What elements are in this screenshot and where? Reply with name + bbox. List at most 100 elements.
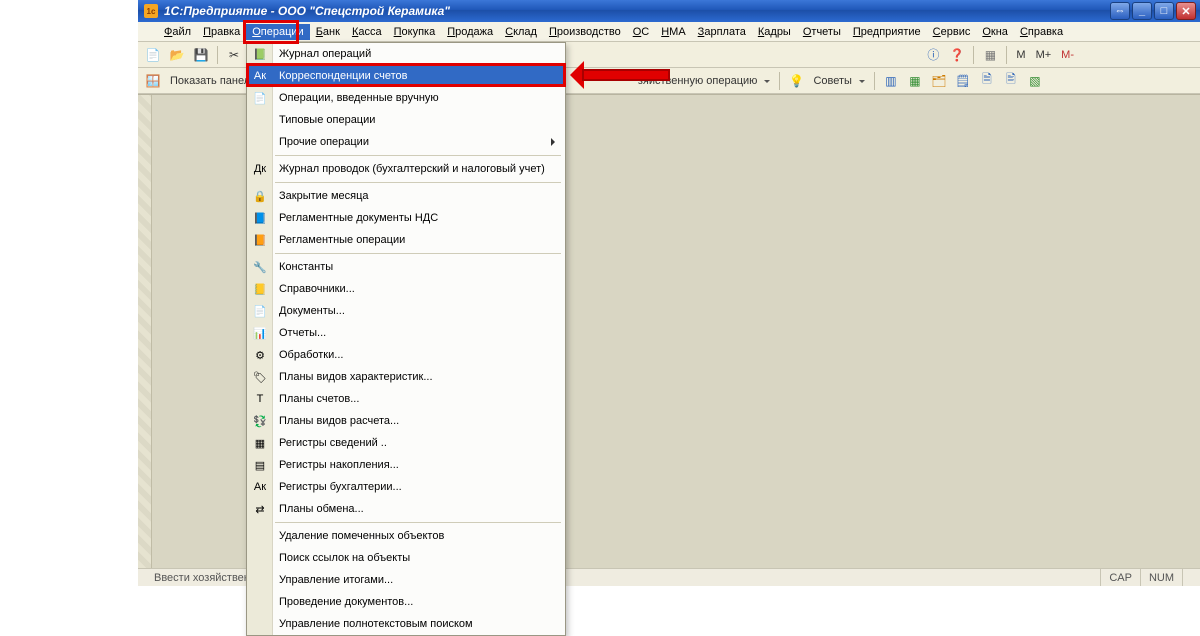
menu-справка[interactable]: Справка: [1014, 24, 1069, 40]
menu-операции[interactable]: Операции: [246, 24, 309, 40]
menu-касса[interactable]: Касса: [346, 24, 388, 40]
menu-item-reg-docs-vat[interactable]: 📘Регламентные документы НДС: [247, 207, 565, 229]
menu-предприятие[interactable]: Предприятие: [847, 24, 927, 40]
enter-op-button[interactable]: зяйственную операцию: [634, 75, 775, 87]
menu-item-exchange-plans[interactable]: ⇄Планы обмена...: [247, 498, 565, 520]
menu-separator: [275, 253, 561, 254]
menu-item-reg-ops[interactable]: 📙Регламентные операции: [247, 229, 565, 251]
menu-item-find-refs[interactable]: Поиск ссылок на объекты: [247, 547, 565, 569]
menu-item-reports[interactable]: 📊 Отчеты...: [247, 322, 565, 344]
menu-item-acct-registers[interactable]: АкРегистры бухгалтерии...: [247, 476, 565, 498]
save-icon[interactable]: 💾: [190, 44, 212, 66]
menu-ос[interactable]: ОС: [627, 24, 656, 40]
help-icon[interactable]: ❓: [946, 44, 968, 66]
menu-покупка[interactable]: Покупка: [388, 24, 442, 40]
info-icon[interactable]: ⓘ: [922, 44, 944, 66]
menu-item-processings[interactable]: ⚙Обработки...: [247, 344, 565, 366]
tb-icon-7[interactable]: ▧: [1024, 70, 1046, 92]
menu-item-accum-registers[interactable]: ▤Регистры накопления...: [247, 454, 565, 476]
menu-нма[interactable]: НМА: [655, 24, 691, 40]
reports-icon: 📊: [252, 325, 268, 341]
menu-item-char-type-plans[interactable]: 🏷Планы видов характеристик...: [247, 366, 565, 388]
window-title: 1С:Предприятие - ООО "Спецстрой Керамика…: [164, 4, 450, 18]
menu-item-journal-ops[interactable]: 📗Журнал операций: [247, 43, 565, 65]
menu-item-documents[interactable]: 📄 Документы...: [247, 300, 565, 322]
menu-зарплата[interactable]: Зарплата: [692, 24, 752, 40]
menu-правка[interactable]: Правка: [197, 24, 246, 40]
tb-icon-3[interactable]: 🗂: [928, 70, 950, 92]
menu-item-label: Корреспонденции счетов: [279, 70, 408, 82]
minimize-button[interactable]: _: [1132, 2, 1152, 20]
menu-item-other-ops[interactable]: Прочие операции: [247, 131, 565, 153]
menu-производство[interactable]: Производство: [543, 24, 627, 40]
menu-item-label: Планы обмена...: [279, 503, 364, 515]
maximize-button[interactable]: □: [1154, 2, 1174, 20]
menu-item-label: Закрытие месяца: [279, 190, 369, 202]
menu-item-manual-ops[interactable]: 📄 Операции, введенные вручную: [247, 87, 565, 109]
menu-item-typical-ops[interactable]: Типовые операции: [247, 109, 565, 131]
titlebar: 1c 1С:Предприятие - ООО "Спецстрой Керам…: [138, 0, 1200, 22]
mem-mminus[interactable]: M-: [1057, 49, 1078, 61]
cut-icon[interactable]: ✂: [223, 44, 245, 66]
menu-item-constants[interactable]: 🔧Константы: [247, 256, 565, 278]
menu-item-label: Справочники...: [279, 283, 355, 295]
mem-mplus[interactable]: M+: [1032, 49, 1056, 61]
constants-icon: 🔧: [252, 259, 268, 275]
menu-отчеты[interactable]: Отчеты: [797, 24, 847, 40]
tb-icon-4[interactable]: 🗒: [952, 70, 974, 92]
menu-item-delete-marked[interactable]: Удаление помеченных объектов: [247, 525, 565, 547]
menu-сервис[interactable]: Сервис: [927, 24, 977, 40]
status-cap: CAP: [1100, 569, 1140, 586]
status-num: NUM: [1140, 569, 1182, 586]
menu-кадры[interactable]: Кадры: [752, 24, 797, 40]
delete-marked-icon: [252, 528, 268, 544]
menu-продажа[interactable]: Продажа: [441, 24, 499, 40]
calc-small-icon[interactable]: ▦: [979, 44, 1001, 66]
menu-файл[interactable]: Файл: [158, 24, 197, 40]
tb-icon-6[interactable]: 🖹: [1000, 70, 1022, 92]
menu-item-account-plans[interactable]: ТПланы счетов...: [247, 388, 565, 410]
tb-icon-1[interactable]: ▥: [880, 70, 902, 92]
close-button[interactable]: ✕: [1176, 2, 1196, 20]
menu-item-postings-journal[interactable]: ДкЖурнал проводок (бухгалтерский и налог…: [247, 158, 565, 180]
menu-item-label: Операции, введенные вручную: [279, 92, 439, 104]
menu-item-totals-mgmt[interactable]: Управление итогами...: [247, 569, 565, 591]
tips-button[interactable]: Советы: [809, 75, 868, 87]
panel-icon[interactable]: 🪟: [142, 70, 164, 92]
menu-item-label: Документы...: [279, 305, 345, 317]
menu-item-label: Отчеты...: [279, 327, 326, 339]
new-doc-icon[interactable]: 📄: [142, 44, 164, 66]
other-ops-icon: [252, 134, 268, 150]
tips-icon: 💡: [785, 70, 807, 92]
menu-item-corr-accounts[interactable]: АкКорреспонденции счетов: [247, 65, 565, 87]
menu-item-post-documents[interactable]: Проведение документов...: [247, 591, 565, 613]
find-refs-icon: [252, 550, 268, 566]
tb-icon-5[interactable]: 🗎: [976, 70, 998, 92]
menu-item-label: Журнал проводок (бухгалтерский и налогов…: [279, 163, 545, 175]
menu-item-label: Планы счетов...: [279, 393, 359, 405]
menu-item-info-registers[interactable]: ▦Регистры сведений ..: [247, 432, 565, 454]
menu-item-catalogs[interactable]: 📒 Справочники...: [247, 278, 565, 300]
menu-item-label: Управление итогами...: [279, 574, 393, 586]
menu-item-label: Удаление помеченных объектов: [279, 530, 444, 542]
open-icon[interactable]: 📂: [166, 44, 188, 66]
documents-icon: 📄: [252, 303, 268, 319]
menu-item-label: Управление полнотекстовым поиском: [279, 618, 473, 630]
status-empty: [1182, 569, 1200, 586]
menu-item-month-close[interactable]: 🔒Закрытие месяца: [247, 185, 565, 207]
menu-item-calc-type-plans[interactable]: 💱Планы видов расчета...: [247, 410, 565, 432]
menu-окна[interactable]: Окна: [976, 24, 1014, 40]
tb-icon-2[interactable]: ▦: [904, 70, 926, 92]
menu-банк[interactable]: Банк: [310, 24, 346, 40]
sync-button[interactable]: ⇔: [1110, 2, 1130, 20]
catalogs-icon: 📒: [252, 281, 268, 297]
manual-ops-icon: 📄: [252, 90, 268, 106]
mem-m[interactable]: M: [1012, 49, 1029, 61]
char-type-plans-icon: 🏷: [252, 369, 268, 385]
app-icon: 1c: [144, 4, 158, 18]
info-registers-icon: ▦: [252, 435, 268, 451]
menu-item-label: Регистры бухгалтерии...: [279, 481, 402, 493]
left-gutter: [138, 95, 152, 568]
menu-item-fulltext-mgmt[interactable]: Управление полнотекстовым поиском: [247, 613, 565, 635]
menu-склад[interactable]: Склад: [499, 24, 543, 40]
